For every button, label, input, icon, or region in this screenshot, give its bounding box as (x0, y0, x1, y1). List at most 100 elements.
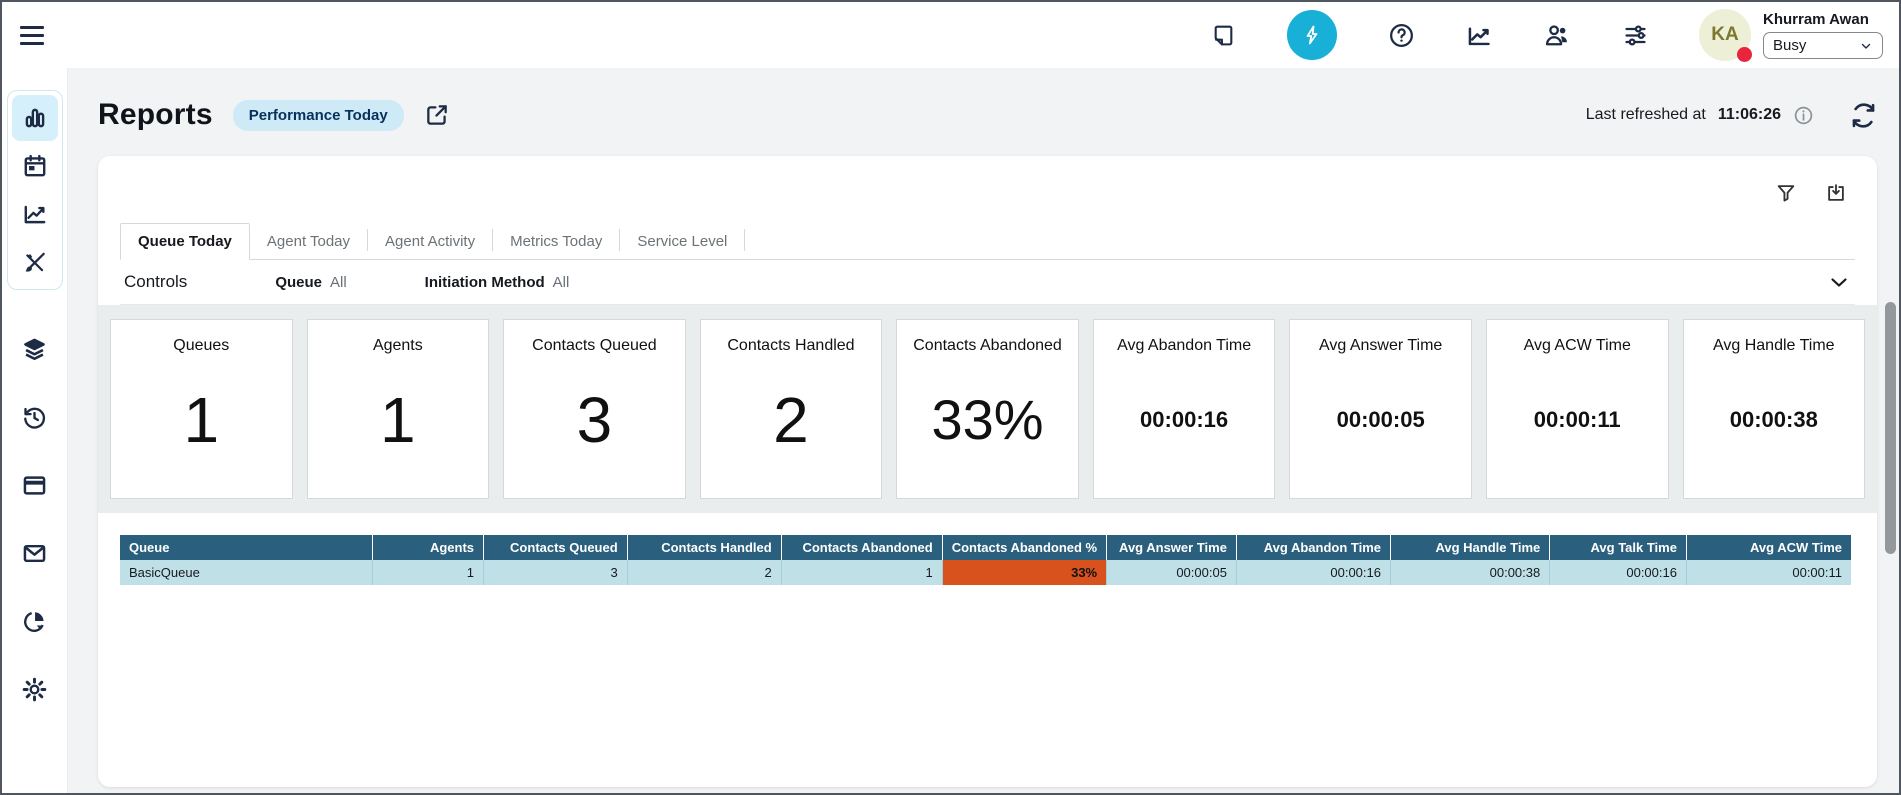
metric-label: Contacts Abandoned (913, 337, 1062, 355)
sidebar-item-history-icon[interactable] (18, 402, 52, 432)
info-icon[interactable] (1793, 105, 1814, 126)
cell-agents: 1 (373, 560, 484, 585)
cell-avg-answer-time: 00:00:05 (1107, 560, 1237, 585)
sidebar-item-line-chart-icon[interactable] (12, 191, 58, 237)
col-header-contacts-handled[interactable]: Contacts Handled (627, 535, 781, 560)
cell-contacts-queued: 3 (484, 560, 628, 585)
tab-divider (744, 229, 745, 251)
status-value: Busy (1773, 37, 1806, 54)
user-block: KA Khurram Awan Busy (1699, 9, 1883, 61)
queue-table: Queue Agents Contacts Queued Contacts Ha… (120, 535, 1851, 585)
col-header-queue[interactable]: Queue (120, 535, 373, 560)
metric-card-contacts-handled: Contacts Handled 2 (700, 319, 883, 499)
controls-row: Controls Queue All Initiation Method All (120, 260, 1855, 305)
metric-card-avg-answer-time: Avg Answer Time 00:00:05 (1289, 319, 1472, 499)
metric-value: 33% (931, 355, 1043, 498)
chevron-down-icon (1859, 39, 1873, 53)
metric-value: 00:00:11 (1534, 355, 1621, 498)
col-header-contacts-queued[interactable]: Contacts Queued (484, 535, 628, 560)
col-header-contacts-abandoned[interactable]: Contacts Abandoned (781, 535, 942, 560)
tab-queue-today[interactable]: Queue Today (120, 223, 250, 260)
queue-filter-label: Queue (275, 274, 322, 291)
queue-filter-value: All (330, 274, 347, 291)
col-header-avg-talk-time[interactable]: Avg Talk Time (1550, 535, 1687, 560)
col-header-agents[interactable]: Agents (373, 535, 484, 560)
metric-card-avg-abandon-time: Avg Abandon Time 00:00:16 (1093, 319, 1276, 499)
cell-contacts-abandoned-pct: 33% (942, 560, 1106, 585)
sidebar-item-gear-icon[interactable] (18, 674, 52, 704)
col-header-avg-answer-time[interactable]: Avg Answer Time (1107, 535, 1237, 560)
cell-queue-name: BasicQueue (120, 560, 373, 585)
tab-service-level[interactable]: Service Level (620, 224, 744, 259)
queue-table-wrap: Queue Agents Contacts Queued Contacts Ha… (120, 535, 1855, 585)
last-refreshed-time: 11:06:26 (1718, 106, 1781, 124)
metric-value: 1 (183, 355, 219, 498)
tab-agent-today[interactable]: Agent Today (250, 224, 367, 259)
metric-label: Contacts Handled (727, 337, 854, 355)
metric-label: Queues (173, 337, 229, 355)
status-select[interactable]: Busy (1763, 32, 1883, 59)
metric-value: 00:00:05 (1337, 355, 1425, 498)
app-window: KA Khurram Awan Busy (0, 0, 1901, 795)
help-icon[interactable] (1387, 21, 1415, 49)
agents-icon[interactable] (1543, 21, 1571, 49)
avatar-initials: KA (1711, 24, 1738, 46)
filter-icon[interactable] (1775, 182, 1797, 204)
report-name-badge: Performance Today (233, 100, 404, 131)
external-link-icon[interactable] (424, 102, 450, 128)
metric-cards-strip: Queues 1 Agents 1 Contacts Queued 3 Cont… (98, 305, 1877, 513)
sidebar-item-layers-icon[interactable] (18, 334, 52, 364)
metric-label: Agents (373, 337, 423, 355)
col-header-avg-handle-time[interactable]: Avg Handle Time (1390, 535, 1549, 560)
top-bar: KA Khurram Awan Busy (2, 2, 1899, 68)
initiation-method-filter[interactable]: Initiation Method All (425, 274, 570, 291)
metric-label: Avg ACW Time (1524, 337, 1631, 355)
controls-collapse-chevron-icon[interactable] (1827, 270, 1851, 294)
sidebar-item-mail-icon[interactable] (18, 538, 52, 568)
quick-actions-icon[interactable] (1287, 10, 1337, 60)
user-name: Khurram Awan (1763, 11, 1883, 28)
report-tabs: Queue Today Agent Today Agent Activity M… (120, 222, 1855, 260)
col-header-avg-acw-time[interactable]: Avg ACW Time (1686, 535, 1851, 560)
col-header-avg-abandon-time[interactable]: Avg Abandon Time (1236, 535, 1390, 560)
sidebar-item-calendar-icon[interactable] (12, 143, 58, 189)
metric-card-contacts-abandoned: Contacts Abandoned 33% (896, 319, 1079, 499)
col-header-contacts-abandoned-pct[interactable]: Contacts Abandoned % (942, 535, 1106, 560)
metric-label: Contacts Queued (532, 337, 657, 355)
sidebar (2, 68, 68, 795)
metrics-icon[interactable] (1465, 21, 1493, 49)
metric-value: 00:00:38 (1730, 355, 1818, 498)
cell-avg-abandon-time: 00:00:16 (1236, 560, 1390, 585)
metric-label: Avg Answer Time (1319, 337, 1442, 355)
sidebar-report-group (7, 90, 63, 290)
tab-metrics-today[interactable]: Metrics Today (493, 224, 619, 259)
cell-contacts-handled: 2 (627, 560, 781, 585)
sidebar-item-pie-chart-icon[interactable] (18, 606, 52, 636)
metric-card-avg-handle-time: Avg Handle Time 00:00:38 (1683, 319, 1866, 499)
metric-value: 2 (773, 355, 809, 498)
sidebar-item-browser-window-icon[interactable] (18, 470, 52, 500)
content-area: Reports Performance Today Last refreshed… (68, 68, 1899, 795)
cell-avg-handle-time: 00:00:38 (1390, 560, 1549, 585)
avatar[interactable]: KA (1699, 9, 1751, 61)
sidebar-item-bar-chart-icon[interactable] (12, 95, 58, 141)
metric-label: Avg Abandon Time (1117, 337, 1251, 355)
initiation-method-label: Initiation Method (425, 274, 545, 291)
tab-agent-activity[interactable]: Agent Activity (368, 224, 492, 259)
cell-contacts-abandoned: 1 (781, 560, 942, 585)
metric-value: 00:00:16 (1140, 355, 1228, 498)
hamburger-menu-icon[interactable] (20, 20, 50, 50)
download-icon[interactable] (1825, 182, 1847, 204)
last-refreshed-label: Last refreshed at (1586, 106, 1706, 124)
metric-label: Avg Handle Time (1713, 337, 1835, 355)
sidebar-item-design-brush-icon[interactable] (12, 239, 58, 285)
refresh-icon[interactable] (1850, 102, 1877, 129)
metric-card-agents: Agents 1 (307, 319, 490, 499)
notes-icon[interactable] (1209, 21, 1237, 49)
table-row[interactable]: BasicQueue 1 3 2 1 33% 00:00:05 00:00:16… (120, 560, 1851, 585)
vertical-scrollbar-thumb[interactable] (1885, 302, 1896, 554)
queue-filter[interactable]: Queue All (275, 274, 346, 291)
cell-avg-talk-time: 00:00:16 (1550, 560, 1687, 585)
settings-sliders-icon[interactable] (1621, 21, 1649, 49)
controls-title: Controls (124, 272, 187, 292)
